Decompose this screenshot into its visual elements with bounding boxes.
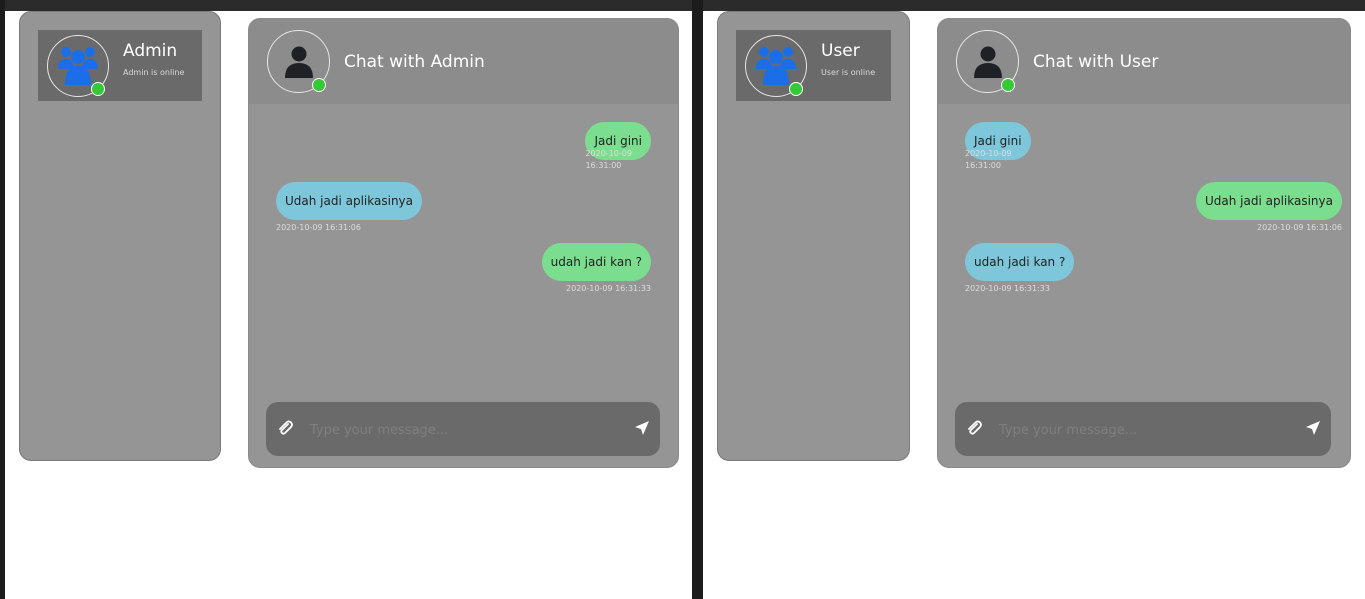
message-time: 2020-10-09 16:31:00 [965, 149, 1012, 170]
contact-item-admin[interactable]: Admin Admin is online [38, 30, 202, 101]
message-composer [955, 402, 1331, 456]
send-arrow-icon[interactable] [634, 420, 650, 436]
send-arrow-icon[interactable] [1305, 420, 1321, 436]
chat-window: Chat with Admin Jadi gini 2020-10-09 16:… [248, 18, 679, 468]
message-incoming: udah jadi kan ? 2020-10-09 16:31:33 [965, 243, 1075, 295]
message-time: 2020-10-09 16:31:33 [965, 284, 1050, 293]
contact-status: Admin is online [123, 68, 185, 77]
message-list: Jadi gini 2020-10-09 16:31:00 Udah jadi … [938, 104, 1350, 394]
online-indicator [91, 82, 105, 96]
message-outgoing: Udah jadi aplikasinya 2020-10-09 16:31:0… [1195, 182, 1342, 234]
message-bubble: Udah jadi aplikasinya [1195, 182, 1342, 220]
message-outgoing: Jadi gini 2020-10-09 16:31:00 [585, 122, 651, 172]
user-icon [285, 46, 313, 78]
message-input[interactable] [997, 416, 1289, 444]
pane-divider[interactable] [692, 0, 703, 599]
paperclip-icon[interactable] [965, 419, 983, 437]
message-input[interactable] [308, 416, 618, 444]
online-indicator [1001, 78, 1015, 92]
paperclip-icon[interactable] [276, 419, 294, 437]
contact-status: User is online [821, 68, 876, 77]
message-bubble: Udah jadi aplikasinya [276, 182, 423, 220]
contacts-sidebar: Admin Admin is online [19, 11, 221, 461]
chat-window: Chat with User Jadi gini 2020-10-09 16:3… [937, 18, 1351, 468]
message-list: Jadi gini 2020-10-09 16:31:00 Udah jadi … [249, 104, 678, 394]
group-users-icon [58, 47, 98, 85]
chat-header: Chat with User [938, 19, 1350, 104]
chat-header: Chat with Admin [249, 19, 678, 104]
message-incoming: Jadi gini 2020-10-09 16:31:00 [965, 122, 1031, 172]
message-bubble: udah jadi kan ? [541, 243, 651, 281]
user-pane: User User is online Chat with User Jadi … [703, 0, 1365, 599]
user-icon [974, 46, 1002, 78]
message-time: 2020-10-09 16:31:00 [585, 149, 632, 170]
chat-title: Chat with User [1033, 52, 1159, 72]
admin-pane: Admin Admin is online Chat with Admin Ja… [5, 0, 692, 599]
contacts-sidebar: User User is online [717, 11, 910, 461]
contact-name: Admin [123, 41, 178, 61]
message-time: 2020-10-09 16:31:06 [1257, 223, 1342, 232]
message-time: 2020-10-09 16:31:06 [276, 223, 361, 232]
message-bubble: udah jadi kan ? [965, 243, 1075, 281]
message-composer [266, 402, 660, 456]
message-incoming: Udah jadi aplikasinya 2020-10-09 16:31:0… [276, 182, 423, 234]
group-users-icon [756, 47, 796, 85]
message-outgoing: udah jadi kan ? 2020-10-09 16:31:33 [541, 243, 651, 295]
contact-name: User [821, 41, 860, 61]
online-indicator [789, 82, 803, 96]
online-indicator [312, 78, 326, 92]
contact-item-user[interactable]: User User is online [736, 30, 891, 101]
chat-title: Chat with Admin [344, 52, 485, 72]
message-time: 2020-10-09 16:31:33 [566, 284, 651, 293]
